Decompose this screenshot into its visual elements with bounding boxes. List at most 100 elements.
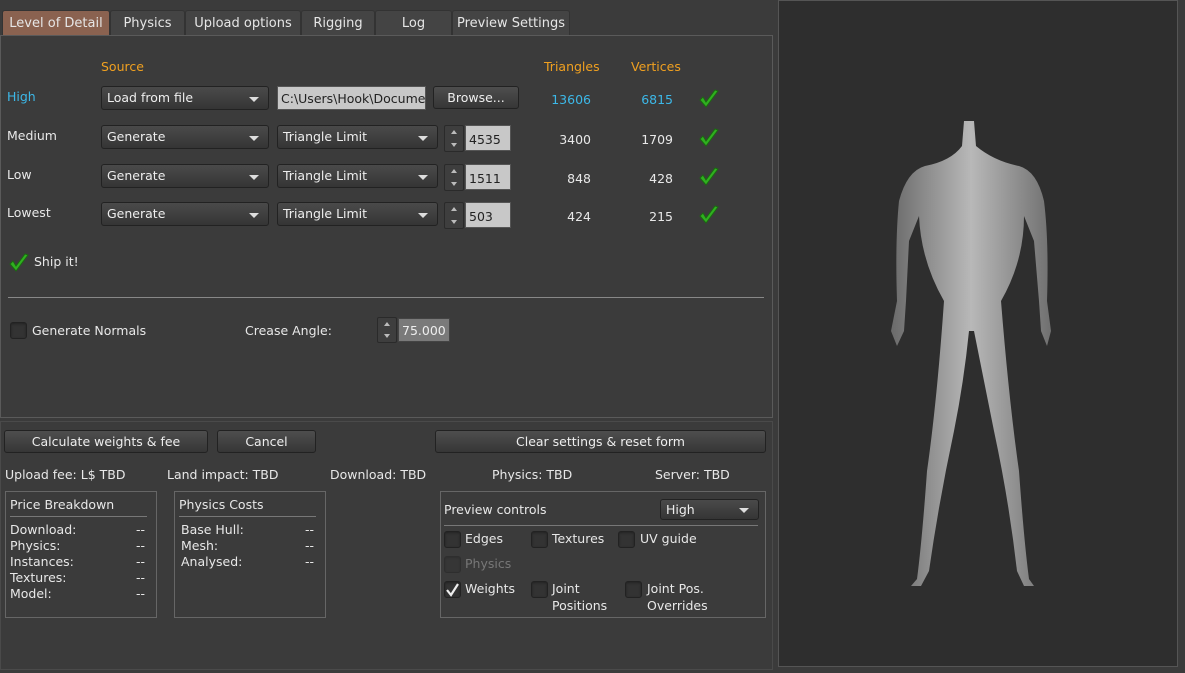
physics_costs-value: -- bbox=[305, 538, 315, 553]
checkmark-icon bbox=[698, 88, 720, 110]
chevron-down-icon bbox=[249, 136, 259, 141]
mode-select-medium[interactable]: Triangle Limit bbox=[277, 125, 438, 149]
physics-costs: Physics Costs Base Hull: -- Mesh: -- Analyse… bbox=[174, 491, 326, 618]
land-impact: Land impact: TBD bbox=[167, 467, 279, 482]
joint-overrides-checkbox[interactable] bbox=[625, 581, 642, 598]
preview-controls-title: Preview controls bbox=[444, 502, 547, 517]
crease-angle-label: Crease Angle: bbox=[245, 323, 332, 338]
chevron-down-icon bbox=[249, 175, 259, 180]
checkmark-icon bbox=[698, 127, 720, 149]
physics_costs-value: -- bbox=[305, 522, 315, 537]
select-value: Triangle Limit bbox=[283, 168, 368, 183]
price-label: Download: bbox=[10, 522, 77, 537]
source-select-high[interactable]: Load from file bbox=[101, 86, 269, 110]
tab-physics[interactable]: Physics bbox=[110, 10, 185, 36]
checkmark-icon bbox=[8, 252, 30, 274]
uv-guide-checkbox[interactable] bbox=[618, 531, 635, 548]
limit-spinner-lowest[interactable] bbox=[444, 202, 464, 229]
source-select-medium[interactable]: Generate bbox=[101, 125, 269, 149]
price-label: Instances: bbox=[10, 554, 74, 569]
vertices-header: Vertices bbox=[631, 59, 681, 74]
chevron-down-icon bbox=[249, 97, 259, 102]
physics_costs-label: Base Hull: bbox=[181, 522, 244, 537]
edges-label: Edges bbox=[465, 531, 503, 546]
download-cost: Download: TBD bbox=[330, 467, 427, 482]
crease-angle-spinner[interactable] bbox=[377, 317, 397, 343]
checkmark-icon bbox=[446, 583, 459, 597]
limit-input-medium[interactable]: 4535 bbox=[465, 125, 511, 151]
physics-cost: Physics: TBD bbox=[492, 467, 573, 482]
divider bbox=[10, 516, 147, 517]
divider bbox=[444, 525, 758, 526]
browse-button[interactable]: Browse... bbox=[433, 86, 519, 109]
weights-checkbox[interactable] bbox=[444, 581, 461, 598]
select-value: Triangle Limit bbox=[283, 129, 368, 144]
weights-label: Weights bbox=[465, 581, 516, 596]
chevron-down-icon bbox=[739, 508, 749, 513]
clear-settings-button[interactable]: Clear settings & reset form bbox=[435, 430, 766, 453]
physics-costs-title: Physics Costs bbox=[179, 497, 264, 512]
select-value: High bbox=[666, 502, 695, 517]
select-value: Generate bbox=[107, 206, 166, 221]
tab-preview-settings[interactable]: Preview Settings bbox=[452, 10, 570, 36]
source-select-lowest[interactable]: Generate bbox=[101, 202, 269, 226]
lod-label-medium: Medium bbox=[7, 128, 57, 143]
lod-label-low: Low bbox=[7, 167, 32, 182]
divider bbox=[179, 516, 316, 517]
select-value: Generate bbox=[107, 129, 166, 144]
triangles-lowest: 424 bbox=[567, 209, 591, 224]
edges-checkbox[interactable] bbox=[444, 531, 461, 548]
limit-input-lowest[interactable]: 503 bbox=[465, 202, 511, 228]
price-value: -- bbox=[136, 538, 146, 553]
physics_costs-value: -- bbox=[305, 554, 315, 569]
preview-lod-select[interactable]: High bbox=[660, 499, 759, 520]
tab-log[interactable]: Log bbox=[375, 10, 452, 36]
price-label: Model: bbox=[10, 586, 52, 601]
vertices-high: 6815 bbox=[641, 92, 673, 107]
file-path-input[interactable]: C:\Users\Hook\Documents bbox=[277, 86, 426, 110]
source-header: Source bbox=[101, 59, 144, 74]
limit-input-low[interactable]: 1511 bbox=[465, 164, 511, 190]
physics-label: Physics bbox=[465, 556, 512, 571]
joint-positions-label-2: Positions bbox=[552, 598, 608, 613]
price-label: Textures: bbox=[10, 570, 67, 585]
physics-checkbox[interactable] bbox=[444, 556, 461, 573]
price-label: Physics: bbox=[10, 538, 61, 553]
chevron-down-icon bbox=[418, 213, 428, 218]
divider bbox=[8, 297, 764, 298]
price-breakdown-title: Price Breakdown bbox=[10, 497, 115, 512]
joint-positions-checkbox[interactable] bbox=[531, 581, 548, 598]
upload-fee: Upload fee: L$ TBD bbox=[5, 467, 126, 482]
price-value: -- bbox=[136, 554, 146, 569]
tab-upload-options[interactable]: Upload options bbox=[185, 10, 301, 36]
triangles-high: 13606 bbox=[551, 92, 591, 107]
select-value: Triangle Limit bbox=[283, 206, 368, 221]
server-cost: Server: TBD bbox=[655, 467, 730, 482]
avatar-model-figure bbox=[891, 121, 1051, 586]
mode-select-lowest[interactable]: Triangle Limit bbox=[277, 202, 438, 226]
triangles-low: 848 bbox=[567, 171, 591, 186]
textures-checkbox[interactable] bbox=[531, 531, 548, 548]
limit-spinner-low[interactable] bbox=[444, 164, 464, 191]
physics_costs-label: Analysed: bbox=[181, 554, 243, 569]
generate-normals-checkbox[interactable] bbox=[10, 322, 27, 339]
tab-rigging[interactable]: Rigging bbox=[301, 10, 375, 36]
crease-angle-input[interactable]: 75.000 bbox=[398, 318, 450, 342]
mode-select-low[interactable]: Triangle Limit bbox=[277, 164, 438, 188]
price-breakdown: Price Breakdown Download: -- Physics: -- Ins… bbox=[5, 491, 157, 618]
chevron-down-icon bbox=[418, 175, 428, 180]
cancel-button[interactable]: Cancel bbox=[217, 430, 316, 453]
joint-overrides-label-2: Overrides bbox=[647, 598, 708, 613]
lod-label-high: High bbox=[7, 89, 36, 104]
chevron-down-icon bbox=[249, 213, 259, 218]
price-value: -- bbox=[136, 570, 146, 585]
vertices-lowest: 215 bbox=[649, 209, 673, 224]
tab-level-of-detail[interactable]: Level of Detail bbox=[2, 10, 110, 36]
vertices-medium: 1709 bbox=[641, 132, 673, 147]
triangles-header: Triangles bbox=[544, 59, 600, 74]
limit-spinner-medium[interactable] bbox=[444, 125, 464, 152]
calculate-button[interactable]: Calculate weights & fee bbox=[4, 430, 208, 453]
joint-positions-label-1: Joint bbox=[552, 581, 580, 596]
model-preview-viewport[interactable] bbox=[778, 0, 1178, 667]
source-select-low[interactable]: Generate bbox=[101, 164, 269, 188]
